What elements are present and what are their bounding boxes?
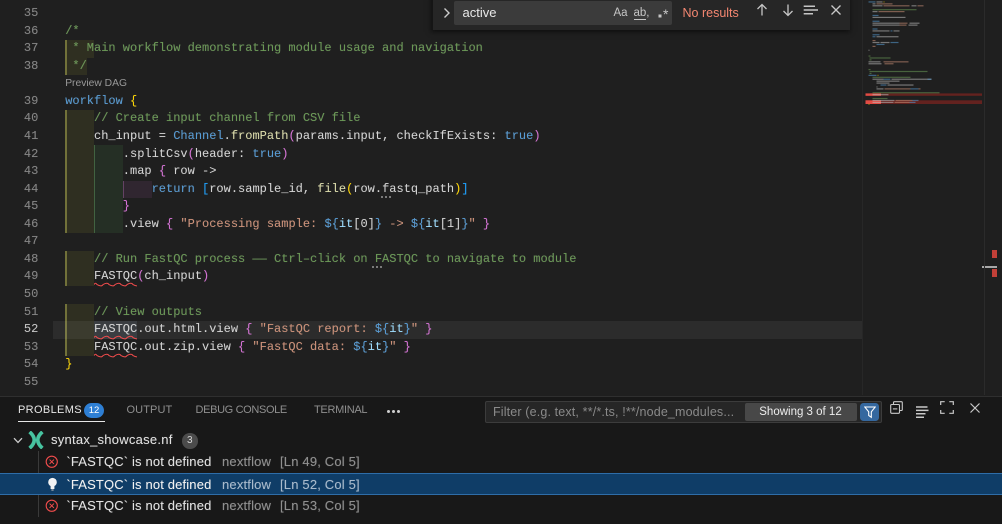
svg-text:*: * [663,6,669,21]
